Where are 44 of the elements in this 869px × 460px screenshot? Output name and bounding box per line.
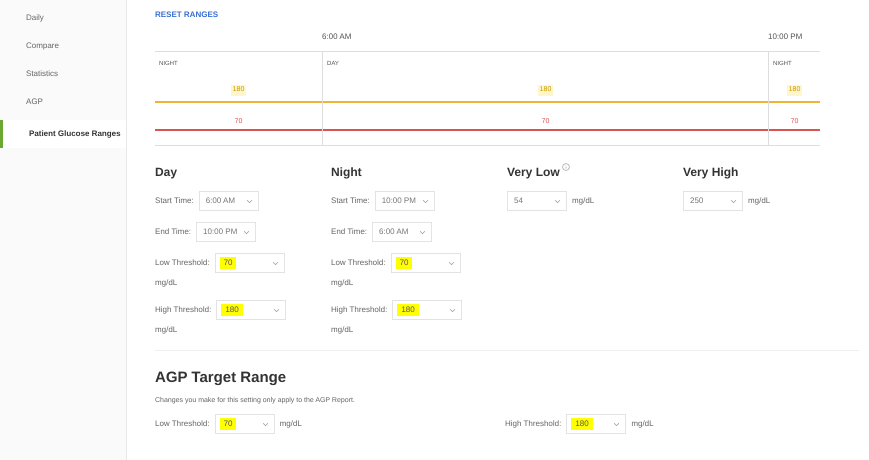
field-label: High Threshold: [505, 418, 562, 430]
field-label: Start Time: [155, 195, 194, 207]
dropdown[interactable]: 6:00 AM [198, 191, 259, 211]
field-label: Low Threshold: [331, 257, 386, 269]
dropdown[interactable]: 70 [214, 414, 275, 434]
field-label: Low Threshold: [155, 257, 210, 269]
unit-label: mg/dL [331, 277, 354, 289]
reset-ranges-link[interactable]: RESET RANGES [155, 9, 859, 21]
section-title: Very Low [507, 164, 560, 181]
section-title: Very High [683, 164, 738, 181]
section-title: Day [155, 164, 178, 181]
section-heading: AGP Target Range [155, 368, 288, 388]
unit-label: mg/dL [331, 324, 354, 336]
dropdown[interactable]: 10:00 PM [374, 191, 435, 211]
sidebar-item[interactable]: Daily [0, 4, 126, 32]
unit-label: mg/dL [280, 418, 302, 430]
sidebar-item[interactable]: Statistics [0, 60, 126, 88]
dropdown[interactable]: 180 [392, 300, 462, 320]
field-label: High Threshold: [155, 304, 212, 316]
field-label: High Threshold: [331, 304, 388, 316]
sidebar-item[interactable]: Compare [0, 32, 126, 60]
unit-label: mg/dL [572, 195, 594, 207]
unit-label: mg/dL [155, 324, 178, 336]
info-icon[interactable] [562, 163, 570, 171]
time-label: 10:00 PM [768, 32, 802, 41]
dropdown[interactable]: 250 [683, 191, 743, 211]
field-label: Start Time: [331, 195, 370, 207]
dropdown[interactable]: 54 [507, 191, 567, 211]
sidebar-item[interactable]: AGP [0, 88, 126, 116]
dropdown[interactable]: 180 [566, 414, 626, 434]
time-label: 6:00 AM [322, 32, 352, 41]
dropdown[interactable]: 10:00 PM [196, 222, 256, 242]
section-title: Night [331, 164, 362, 181]
field-label: End Time: [331, 226, 368, 238]
field-label: End Time: [155, 226, 192, 238]
dropdown[interactable]: 70 [390, 253, 461, 273]
unit-label: mg/dL [631, 418, 654, 430]
dropdown[interactable]: 180 [216, 300, 286, 320]
sidebar-item[interactable]: Patient Glucose Ranges [0, 120, 126, 148]
field-label: Low Threshold: [155, 418, 210, 430]
unit-label: mg/dL [748, 195, 770, 207]
unit-label: mg/dL [155, 277, 178, 289]
dropdown[interactable]: 6:00 AM [372, 222, 432, 242]
dropdown[interactable]: 70 [214, 253, 285, 273]
